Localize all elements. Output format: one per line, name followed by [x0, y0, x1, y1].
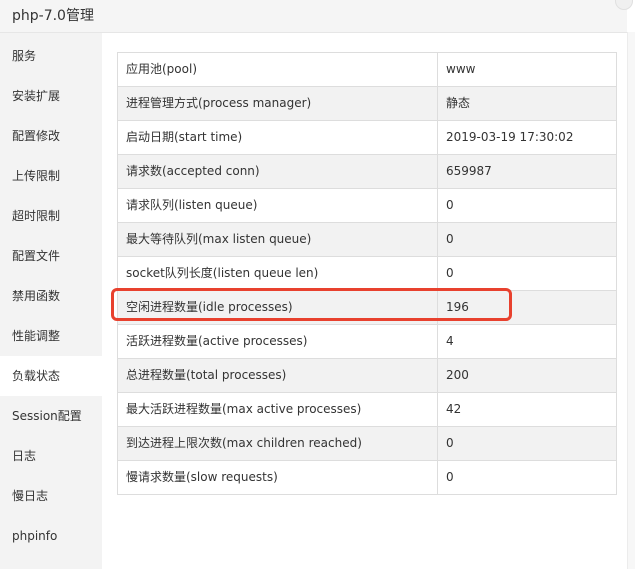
php-manager-window: php-7.0管理 服务 安装扩展 配置修改 上传限制 超时限制 配置文件 禁用… — [0, 0, 635, 569]
table-row: 应用池(pool) www — [117, 52, 617, 87]
row-label: 最大等待队列(max listen queue) — [117, 222, 438, 257]
row-value: 4 — [437, 324, 617, 359]
row-label: 请求数(accepted conn) — [117, 154, 438, 189]
row-label: 进程管理方式(process manager) — [117, 86, 438, 121]
row-value: 196 — [437, 290, 617, 325]
row-label: 总进程数量(total processes) — [117, 358, 438, 393]
row-label: 应用池(pool) — [117, 52, 438, 87]
sidebar-item-slow-log[interactable]: 慢日志 — [0, 476, 102, 516]
title-bar: php-7.0管理 — [0, 0, 627, 33]
table-row: socket队列长度(listen queue len) 0 — [117, 256, 617, 291]
scrollbar[interactable] — [627, 32, 635, 569]
sidebar-item-phpinfo[interactable]: phpinfo — [0, 516, 102, 556]
sidebar-item-upload-limit[interactable]: 上传限制 — [0, 156, 102, 196]
sidebar-item-session-config[interactable]: Session配置 — [0, 396, 102, 436]
table-row: 请求数(accepted conn) 659987 — [117, 154, 617, 189]
sidebar-item-log[interactable]: 日志 — [0, 436, 102, 476]
sidebar-item-timeout-limit[interactable]: 超时限制 — [0, 196, 102, 236]
row-label: 最大活跃进程数量(max active processes) — [117, 392, 438, 427]
row-value: www — [437, 52, 617, 87]
table-row: 最大活跃进程数量(max active processes) 42 — [117, 392, 617, 427]
row-label: 慢请求数量(slow requests) — [117, 460, 438, 495]
table-row: 最大等待队列(max listen queue) 0 — [117, 222, 617, 257]
row-value: 200 — [437, 358, 617, 393]
sidebar: 服务 安装扩展 配置修改 上传限制 超时限制 配置文件 禁用函数 性能调整 负载… — [0, 33, 102, 569]
row-label: 空闲进程数量(idle processes) — [117, 290, 438, 325]
row-value: 0 — [437, 188, 617, 223]
table-row: 启动日期(start time) 2019-03-19 17:30:02 — [117, 120, 617, 155]
table-row: 进程管理方式(process manager) 静态 — [117, 86, 617, 121]
sidebar-item-config-edit[interactable]: 配置修改 — [0, 116, 102, 156]
row-label: 活跃进程数量(active processes) — [117, 324, 438, 359]
sidebar-item-install-extensions[interactable]: 安装扩展 — [0, 76, 102, 116]
row-label: socket队列长度(listen queue len) — [117, 256, 438, 291]
row-label: 到达进程上限次数(max children reached) — [117, 426, 438, 461]
table-row: 请求队列(listen queue) 0 — [117, 188, 617, 223]
sidebar-item-load-status[interactable]: 负载状态 — [0, 356, 102, 396]
row-value: 0 — [437, 256, 617, 291]
row-value: 0 — [437, 426, 617, 461]
sidebar-item-performance-tuning[interactable]: 性能调整 — [0, 316, 102, 356]
table-row: 活跃进程数量(active processes) 4 — [117, 324, 617, 359]
row-value: 42 — [437, 392, 617, 427]
table-row: 到达进程上限次数(max children reached) 0 — [117, 426, 617, 461]
load-status-panel: 应用池(pool) www 进程管理方式(process manager) 静态… — [102, 33, 627, 569]
row-value: 659987 — [437, 154, 617, 189]
row-value: 2019-03-19 17:30:02 — [437, 120, 617, 155]
row-value: 0 — [437, 460, 617, 495]
table-row: 慢请求数量(slow requests) 0 — [117, 460, 617, 495]
row-value: 静态 — [437, 86, 617, 121]
table-row: 总进程数量(total processes) 200 — [117, 358, 617, 393]
table-row-highlighted: 空闲进程数量(idle processes) 196 — [117, 290, 617, 325]
sidebar-item-disabled-functions[interactable]: 禁用函数 — [0, 276, 102, 316]
sidebar-item-service[interactable]: 服务 — [0, 36, 102, 76]
window-title: php-7.0管理 — [12, 8, 94, 24]
row-value: 0 — [437, 222, 617, 257]
load-status-table: 应用池(pool) www 进程管理方式(process manager) 静态… — [117, 52, 617, 495]
row-label: 请求队列(listen queue) — [117, 188, 438, 223]
sidebar-item-config-file[interactable]: 配置文件 — [0, 236, 102, 276]
row-label: 启动日期(start time) — [117, 120, 438, 155]
